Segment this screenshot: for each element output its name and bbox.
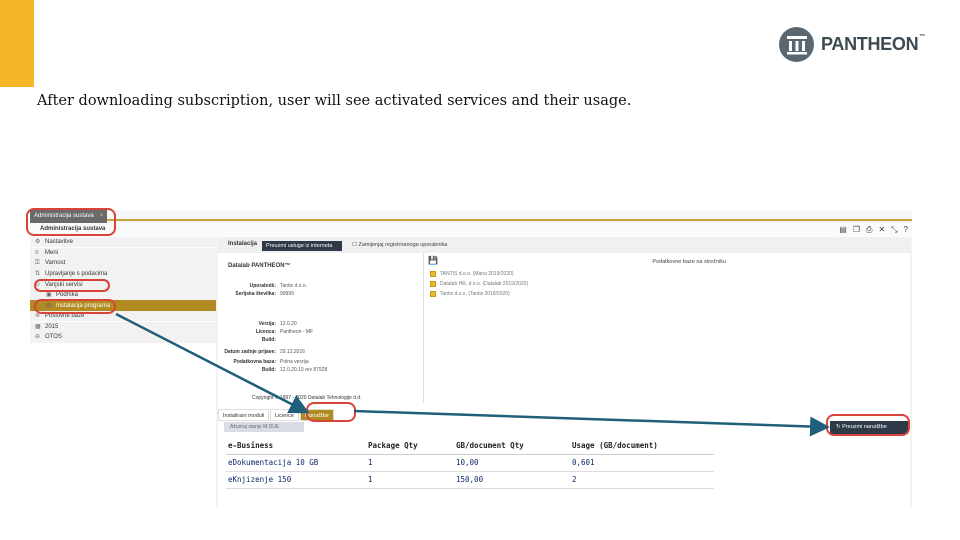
replace-user-checkbox[interactable]: ☐ Zamijenjaj registriranoga uporabnika [352,242,447,248]
sidebar-item-label: 2015 [45,323,59,330]
main-panel: Instalacija Preuzmi usluge iz interneta … [218,237,910,508]
sidebar-item-label: OTOS [45,334,62,341]
slide-caption: After downloading subscription, user wil… [37,93,632,109]
table-row: eKnjizenje 150 1 150,00 2 [226,471,714,489]
sidebar-item-upravljanje-s-podacima[interactable]: ⇅ Upravljanje s podacima [30,268,216,280]
checkbox-checked-icon[interactable] [430,291,436,297]
database-name: TANTIS d.o.o. (Maria 2019/2020) [440,271,514,277]
table-cell: eKnjizenje 150 [226,471,366,489]
accent-bar [0,0,34,87]
info-panel: Datalab PANTHEON™ Uporabnik: Tantis d.o.o… [218,253,424,403]
database-name: Tantis d.o.o. (Tantis 2019/2020) [440,291,510,297]
sidebar-item-2015[interactable]: ▦ 2015 [30,321,216,333]
tab-instalirani-moduli[interactable]: Instalirani moduli [218,409,270,421]
info-key: Podatkovna baza: [233,359,276,365]
refresh-status-button[interactable]: Ažuriraj stanje M.DUE [224,422,304,432]
sidebar-item-label: Upravljanje s podacima [45,270,108,277]
sidebar-item-otos[interactable]: ⊖ OTOS [30,332,216,343]
resize-icon[interactable]: ⤡ [891,225,897,235]
document-icon[interactable]: ▤ [839,225,847,235]
info-key: Serijska številka: [235,291,276,297]
tab-licence[interactable]: Licence [270,409,299,421]
database-list-item[interactable]: TANTIS d.o.o. (Maria 2019/2020) [430,271,514,277]
info-value: Polna verzija [280,359,309,365]
sidebar-item-nastavitve[interactable]: ⚙ Nastavitve [30,237,216,248]
logo-wordmark: PANTHEON™ [821,34,925,54]
table-cell: 1 [366,471,454,489]
link-icon: ⊖ [35,334,41,341]
info-key: Build: [261,367,276,373]
table-cell: 1 [366,454,454,472]
tools-icon[interactable]: ✕ [878,225,885,235]
column-header: GB/document Qty [454,437,570,455]
sidebar-item-meni[interactable]: ≡ Meni [30,247,216,258]
info-value: 12.0.20.10 rev 87928 [280,367,328,373]
sidebar: ⚙ Nastavitve ≡ Meni ⚿ Varnost ⇅ Upravljanje s p… [30,237,216,508]
window-titlebar [30,210,912,221]
highlight-orders-tab [306,402,356,422]
calendar-icon: ▦ [35,323,41,330]
info-key: Build: [261,337,276,343]
info-value: 29.12.2016 [280,349,306,355]
database-panel: 💾 Podatkovne baze na strežniku TANTIS d.… [424,253,910,403]
highlight-download-button [826,414,910,436]
column-header: Package Qty [366,437,454,455]
column-header: Usage (GB/document) [570,437,714,455]
app-screenshot: Administracija sustava × Administracija s… [30,210,912,508]
usage-table: e-Business Package Qty GB/document Qty Usag… [226,437,714,489]
save-icon[interactable]: 💾 [428,256,438,265]
info-value: Pantheon - MF [280,329,314,335]
sidebar-item-label: Varnost [45,260,66,267]
sidebar-item-label: Meni [45,249,59,256]
database-heading: Podatkovne baze na strežniku [652,259,726,265]
info-key: Licenca: [255,329,276,335]
column-header: e-Business [226,437,366,455]
data-icon: ⇅ [35,270,41,277]
highlight-external-services [34,279,110,292]
tab-download-services[interactable]: Preuzmi usluge iz interneta [262,241,342,251]
toolbar-icons: ▤ ❐ ⎙ ✕ ⤡ ? [839,225,908,235]
toolbar: Administracija sustava ▤ ❐ ⎙ ✕ ⤡ ? [30,223,912,237]
info-value: Tantis d.o.o. [280,283,307,289]
help-icon[interactable]: ? [904,225,908,235]
highlight-installation-item [34,299,116,314]
table-cell: 10,00 [454,454,570,472]
product-title: Datalab PANTHEON™ [228,263,291,269]
database-icon: ≋ [35,313,41,320]
info-value: 12.0.20 [280,321,297,327]
copy-icon[interactable]: ❐ [853,225,860,235]
database-name: Datalab HR, d.o.o. (Datalab 2019/2020) [440,281,529,287]
print-icon[interactable]: ⎙ [866,225,872,235]
sidebar-item-varnost[interactable]: ⚿ Varnost [30,258,216,269]
info-value: 99999 [280,291,294,297]
info-key: Datum zadnje prijave: [224,349,276,355]
highlight-window-tab [26,208,116,236]
pantheon-column-icon [779,27,814,62]
lock-icon: ⚿ [35,260,40,267]
pantheon-logo: PANTHEON™ [779,27,925,62]
database-list-item[interactable]: Tantis d.o.o. (Tantis 2019/2020) [430,291,510,297]
gear-icon: ⚙ [35,239,41,246]
database-list-item[interactable]: Datalab HR, d.o.o. (Datalab 2019/2020) [430,281,528,287]
checkbox-checked-icon[interactable] [430,271,436,277]
checkbox-checked-icon[interactable] [430,281,436,287]
info-key: Verzija: [258,321,276,327]
table-cell: 2 [570,471,714,489]
support-icon: ▣ [46,292,52,299]
table-row: eDokumentacija 10 GB 1 10,00 0,601 [226,454,714,472]
table-cell: 0,601 [570,454,714,472]
sidebar-item-label: Nastavitve [45,239,74,246]
table-cell: eDokumentacija 10 GB [226,454,366,472]
tab-installation[interactable]: Instalacija [228,241,257,247]
menu-icon: ≡ [35,249,39,256]
copyright-text: Copyright © 1997 - 2020 Datalab Tehnolog… [252,395,362,401]
main-tabbar: Instalacija Preuzmi usluge iz interneta … [218,237,910,253]
table-cell: 150,00 [454,471,570,489]
info-key: Uporabnik: [249,283,276,289]
